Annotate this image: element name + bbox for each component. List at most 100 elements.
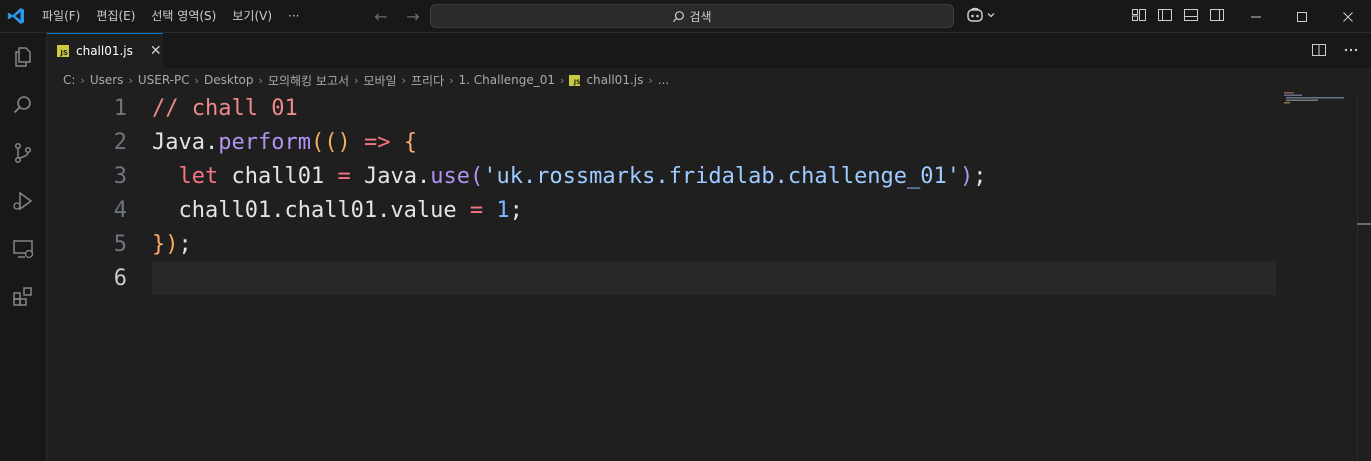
function-token: perform — [218, 130, 311, 155]
chevron-right-icon: › — [449, 73, 454, 87]
breadcrumb-item[interactable]: 1. Challenge_01 — [459, 73, 556, 87]
maximize-button[interactable] — [1279, 0, 1325, 33]
close-icon — [1343, 11, 1353, 22]
identifier-token: Java — [350, 164, 417, 189]
minimize-button[interactable] — [1233, 0, 1279, 33]
navigation-arrows: ← → — [370, 0, 424, 33]
chevron-right-icon: › — [128, 73, 133, 87]
paren-token: ) — [960, 164, 974, 189]
close-icon[interactable]: ✕ — [150, 43, 162, 59]
toggle-primary-sidebar-icon[interactable] — [1156, 6, 1174, 24]
comment-token: // chall 01 — [152, 96, 298, 121]
vscode-logo-icon — [7, 8, 25, 24]
indent-token — [152, 198, 179, 223]
close-window-button[interactable] — [1325, 0, 1371, 33]
code-line: let chall01 = Java.use('uk.rossmarks.fri… — [152, 160, 987, 194]
line-number: 4 — [113, 198, 127, 223]
breadcrumb-item[interactable]: 프리다 — [411, 72, 444, 89]
breadcrumb-item[interactable]: Users — [90, 73, 124, 87]
toggle-panel-icon[interactable] — [1182, 6, 1200, 24]
copilot-icon — [967, 7, 983, 22]
menu-more[interactable]: ··· — [280, 0, 307, 33]
menu-bar: 파일(F) 편집(E) 선택 영역(S) 보기(V) ··· — [34, 0, 307, 33]
punctuation-token: ; — [973, 164, 987, 189]
line-number: 5 — [113, 232, 127, 257]
breadcrumb: C: › Users › USER-PC › Desktop › 모의해킹 보고서 › 모… — [47, 68, 1371, 92]
extensions-icon[interactable] — [11, 285, 35, 309]
operator-token: => — [350, 130, 404, 155]
active-line-number: 6 — [113, 266, 127, 291]
function-token: use — [430, 164, 470, 189]
breadcrumb-item[interactable]: 모바일 — [363, 72, 396, 89]
identifier-token: Java — [152, 130, 205, 155]
more-actions-icon[interactable] — [1343, 42, 1359, 58]
breadcrumb-item[interactable]: 모의해킹 보고서 — [268, 72, 349, 89]
number-token: 1 — [483, 198, 510, 223]
identifier-token: chall01.chall01.value — [178, 198, 470, 223]
line-number: 2 — [113, 130, 127, 155]
punctuation-token: ; — [509, 198, 523, 223]
paren-token: ( — [469, 164, 484, 189]
chevron-right-icon: › — [80, 73, 85, 87]
line-number: 3 — [113, 164, 127, 189]
layout-controls — [1130, 6, 1226, 24]
chevron-down-icon — [987, 13, 995, 18]
menu-view[interactable]: 보기(V) — [224, 0, 280, 33]
code-editor[interactable]: 1 2 3 4 5 6 // chall 01 Java.perform(() … — [47, 92, 1371, 461]
editor-tab-bar: JS chall01.js ✕ — [47, 33, 1371, 68]
split-editor-icon[interactable] — [1311, 42, 1327, 58]
chevron-right-icon: › — [194, 73, 200, 87]
explorer-icon[interactable] — [11, 45, 35, 69]
paren-token: (() — [310, 130, 351, 155]
chevron-right-icon: › — [648, 73, 653, 87]
chevron-right-icon: › — [258, 73, 263, 87]
chevron-right-icon: › — [401, 73, 406, 87]
line-number: 1 — [113, 96, 127, 121]
chevron-right-icon: › — [354, 73, 359, 87]
breadcrumb-symbols[interactable]: ... — [658, 73, 669, 87]
minimap[interactable] — [1284, 92, 1354, 112]
operator-token: = — [469, 198, 484, 223]
brace-token: } — [152, 232, 166, 257]
run-and-debug-icon[interactable] — [11, 189, 35, 213]
scrollbar-cursor-marker — [1357, 223, 1371, 225]
forward-arrow-icon[interactable]: → — [402, 7, 424, 26]
indent-token — [152, 164, 179, 189]
tab-chall01-js[interactable]: JS chall01.js ✕ — [47, 33, 163, 68]
maximize-icon — [1297, 11, 1307, 22]
search-icon — [673, 10, 685, 22]
code-line: Java.perform(() => { — [152, 126, 417, 160]
copilot-menu[interactable] — [966, 6, 996, 24]
minimize-icon — [1251, 16, 1261, 17]
search-icon[interactable] — [11, 93, 35, 117]
remote-explorer-icon[interactable] — [11, 237, 35, 261]
breadcrumb-item[interactable]: C: — [63, 73, 75, 87]
identifier-token: chall01 — [218, 164, 338, 189]
breadcrumb-item[interactable]: USER-PC — [138, 73, 190, 87]
command-center-search[interactable]: 검색 — [430, 4, 954, 28]
window-controls — [1233, 0, 1371, 33]
search-label: 검색 — [689, 9, 712, 24]
string-token: 'uk.rossmarks.fridalab.challenge_01' — [483, 164, 961, 189]
toggle-secondary-sidebar-icon[interactable] — [1208, 6, 1226, 24]
menu-edit[interactable]: 편집(E) — [88, 0, 143, 33]
breadcrumb-item[interactable]: Desktop — [204, 73, 254, 87]
chevron-right-icon: › — [560, 73, 565, 87]
code-line: chall01.chall01.value = 1; — [152, 194, 523, 228]
back-arrow-icon[interactable]: ← — [370, 7, 392, 26]
brace-token: { — [403, 130, 417, 155]
tab-label: chall01.js — [76, 44, 133, 58]
source-control-icon[interactable] — [11, 141, 35, 165]
menu-file[interactable]: 파일(F) — [34, 0, 88, 33]
breadcrumb-file[interactable]: chall01.js — [586, 73, 643, 87]
keyword-token: let — [178, 164, 219, 189]
vertical-scrollbar[interactable] — [1357, 92, 1371, 461]
code-line: // chall 01 — [152, 92, 298, 126]
customize-layout-icon[interactable] — [1130, 6, 1148, 24]
operator-token: = — [337, 164, 351, 189]
paren-token: ) — [165, 232, 179, 257]
punctuation-token: . — [204, 130, 219, 155]
javascript-file-icon: JS — [57, 45, 69, 57]
code-line: }); — [152, 228, 192, 262]
menu-selection[interactable]: 선택 영역(S) — [143, 0, 224, 33]
